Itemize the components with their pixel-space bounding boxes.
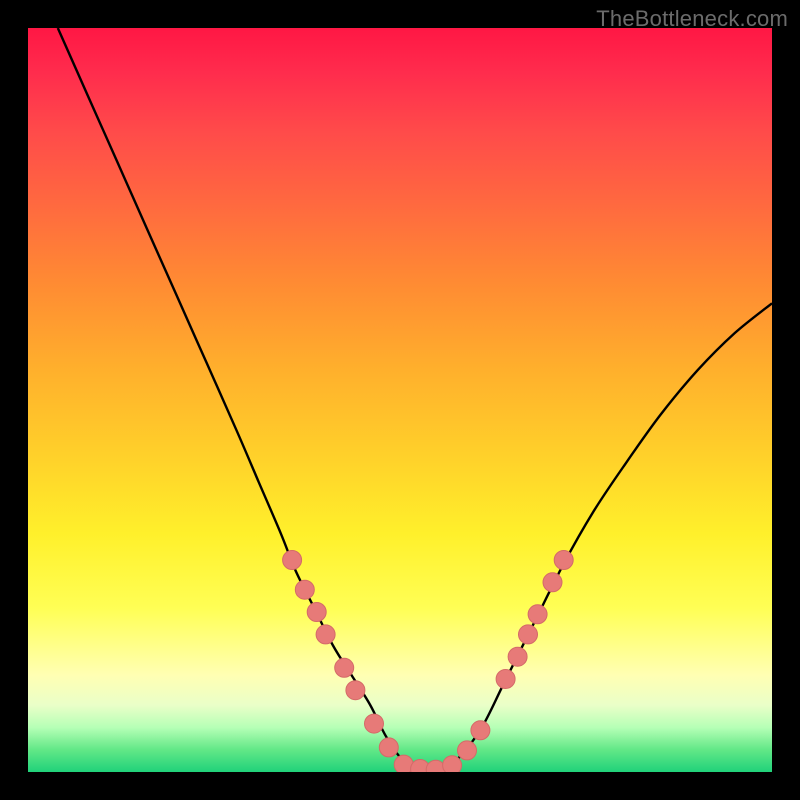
marker-dot (471, 721, 490, 740)
marker-dot (528, 605, 547, 624)
plot-area (28, 28, 772, 772)
marker-dot (519, 625, 538, 644)
marker-dot (496, 670, 515, 689)
marker-dot (379, 738, 398, 757)
marker-dot (295, 580, 314, 599)
marker-dot (458, 741, 477, 760)
marker-dot (443, 756, 462, 772)
marker-dot (346, 681, 365, 700)
marker-dot (554, 551, 573, 570)
marker-dot (365, 714, 384, 733)
marker-dot (543, 573, 562, 592)
marker-dot (335, 658, 354, 677)
chart-frame: TheBottleneck.com (0, 0, 800, 800)
marker-dot (316, 625, 335, 644)
marker-dot (508, 647, 527, 666)
marker-dot (283, 551, 302, 570)
marker-dot (307, 603, 326, 622)
watermark-text: TheBottleneck.com (596, 6, 788, 32)
marker-group (283, 551, 574, 773)
bottleneck-curve (58, 28, 772, 772)
chart-overlay (28, 28, 772, 772)
